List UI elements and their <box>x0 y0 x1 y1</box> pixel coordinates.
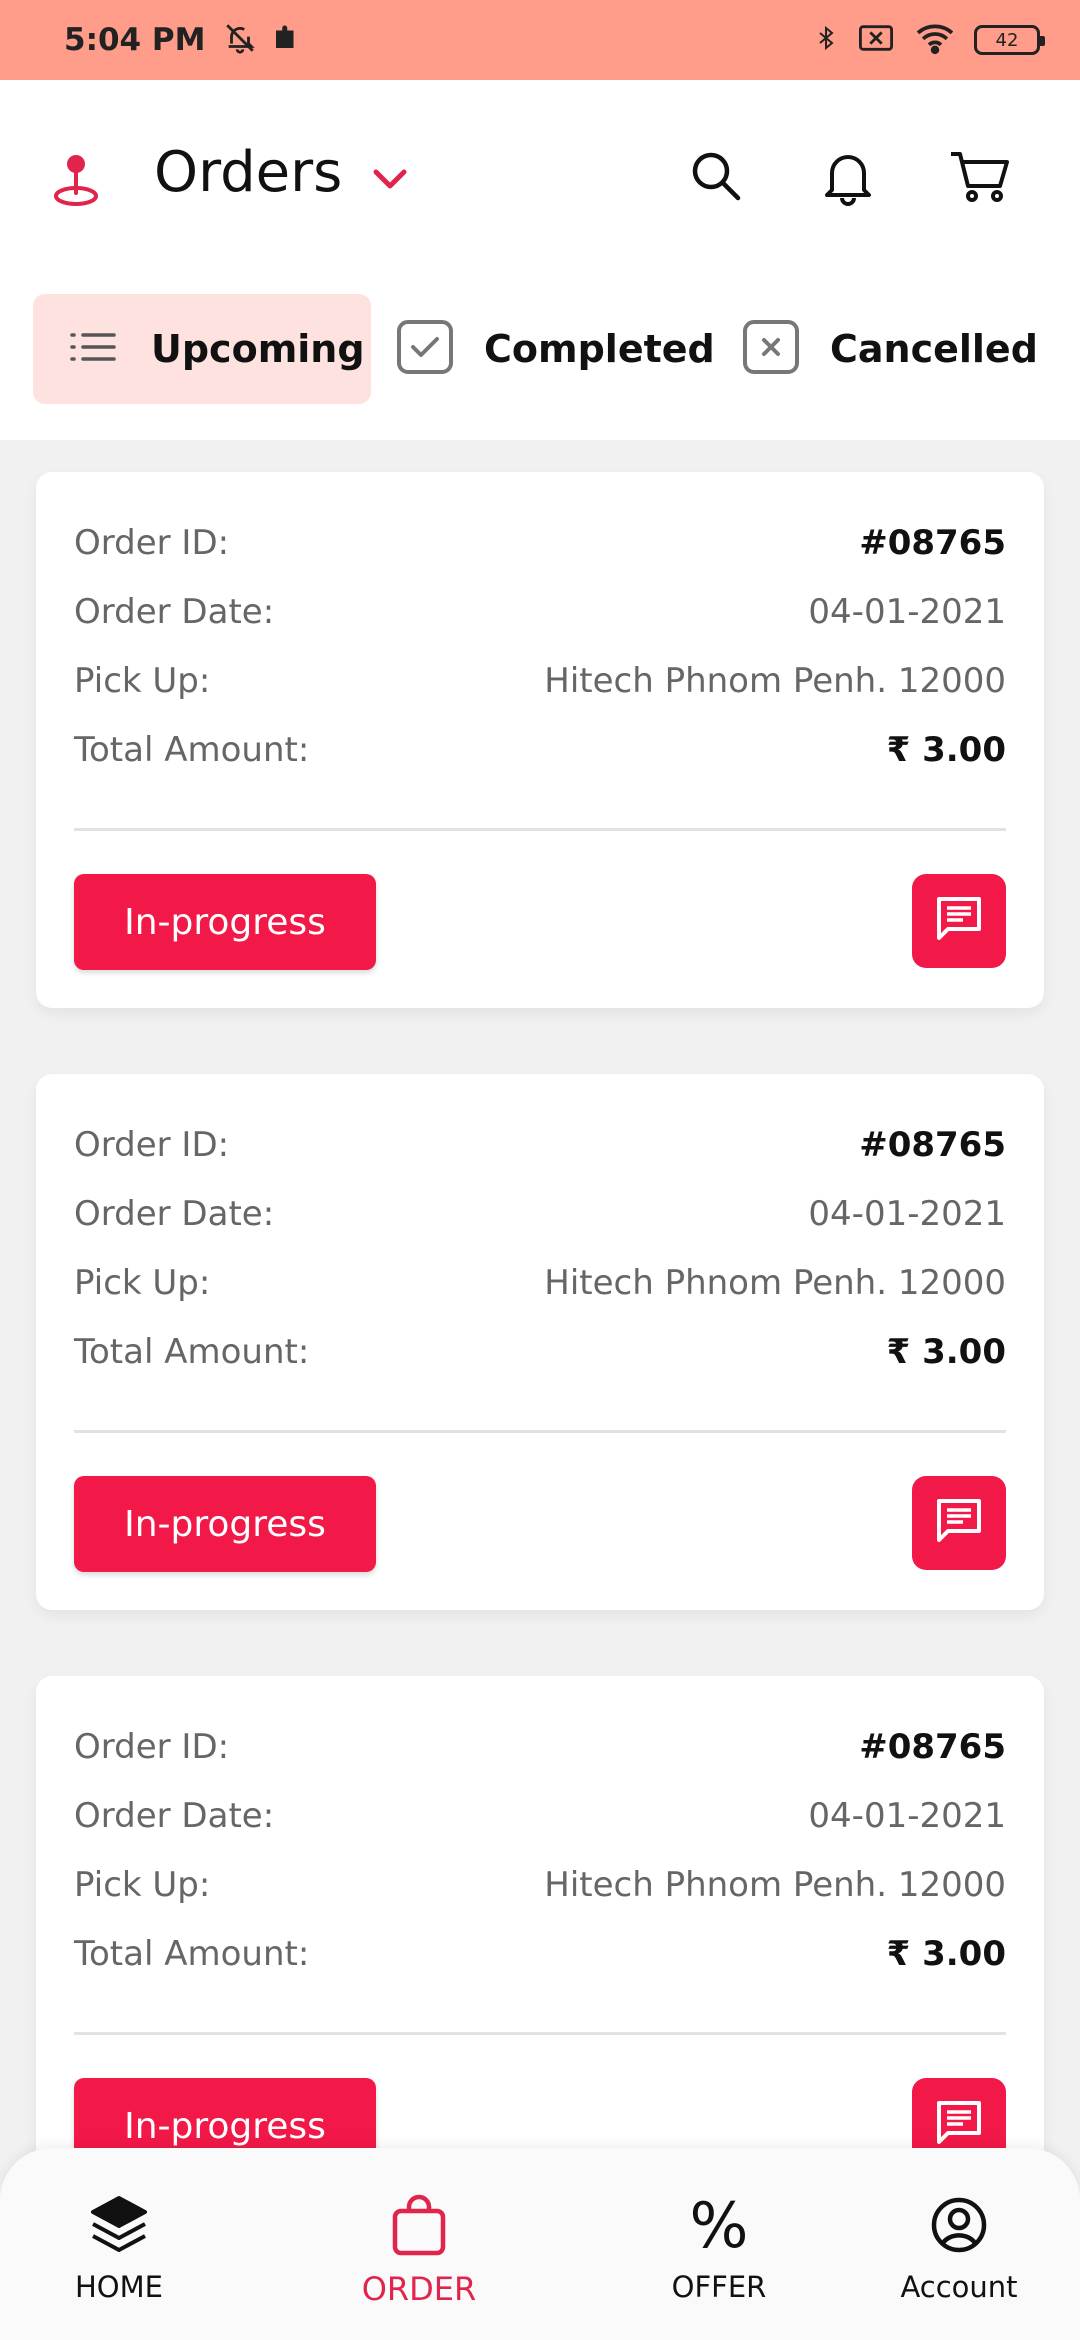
bottom-nav: HOME ORDER % OFFER Account <box>0 2148 1080 2340</box>
nav-order[interactable]: ORDER <box>319 2188 519 2308</box>
page-title: Orders <box>154 140 343 205</box>
total-amount-row: Total Amount: ₹ 3.00 <box>74 1327 1006 1377</box>
order-id-value: #08765 <box>859 1125 1006 1165</box>
status-button[interactable]: In-progress <box>74 874 376 970</box>
pickup-row: Pick Up: Hitech Phnom Penh. 12000 <box>74 1860 1006 1910</box>
order-date-value: 04-01-2021 <box>808 592 1006 632</box>
status-bar: 5:04 PM 42 <box>0 0 1080 80</box>
order-id-value: #08765 <box>859 1727 1006 1767</box>
order-card[interactable]: Order ID: #08765 Order Date: 04-01-2021 … <box>36 1074 1044 1610</box>
layers-icon <box>89 2188 149 2262</box>
divider <box>74 1430 1006 1433</box>
list-icon <box>69 327 117 371</box>
location-pin-icon[interactable] <box>48 146 104 210</box>
chat-button[interactable] <box>912 874 1006 968</box>
account-circle-icon <box>930 2188 988 2262</box>
nav-account[interactable]: Account <box>859 2188 1059 2304</box>
check-square-icon <box>396 319 454 379</box>
chevron-down-icon[interactable] <box>368 160 412 200</box>
order-id-label: Order ID: <box>74 1125 230 1165</box>
tab-completed[interactable]: Completed <box>360 294 715 404</box>
chat-icon <box>934 1497 984 1549</box>
order-date-label: Order Date: <box>74 1796 275 1836</box>
status-time: 5:04 PM <box>64 22 206 58</box>
order-id-value: #08765 <box>859 523 1006 563</box>
cancel-square-icon <box>742 319 800 379</box>
total-amount-value: ₹ 3.00 <box>886 1934 1006 1974</box>
order-date-label: Order Date: <box>74 1194 275 1234</box>
pickup-label: Pick Up: <box>74 1263 211 1303</box>
nav-home[interactable]: HOME <box>19 2188 219 2304</box>
pickup-value: Hitech Phnom Penh. 12000 <box>544 1865 1006 1905</box>
wifi-icon <box>914 21 956 59</box>
order-date-label: Order Date: <box>74 592 275 632</box>
tab-label: Cancelled <box>830 327 1038 371</box>
percent-icon: % <box>689 2188 749 2262</box>
no-sim-icon <box>856 21 896 59</box>
muted-bell-icon <box>223 21 257 59</box>
total-amount-value: ₹ 3.00 <box>886 730 1006 770</box>
search-icon[interactable] <box>684 144 748 208</box>
tab-label: Completed <box>484 327 715 371</box>
order-id-row: Order ID: #08765 <box>74 518 1006 568</box>
nav-label: Account <box>900 2270 1018 2304</box>
pickup-label: Pick Up: <box>74 1865 211 1905</box>
tab-upcoming[interactable]: Upcoming <box>33 294 371 404</box>
order-date-value: 04-01-2021 <box>808 1194 1006 1234</box>
order-id-label: Order ID: <box>74 1727 230 1767</box>
status-button[interactable]: In-progress <box>74 1476 376 1572</box>
order-tabs: Upcoming Completed Cancelled <box>0 280 1080 440</box>
order-card[interactable]: Order ID: #08765 Order Date: 04-01-2021 … <box>36 1676 1044 2212</box>
bluetooth-icon <box>814 21 838 59</box>
total-amount-row: Total Amount: ₹ 3.00 <box>74 1929 1006 1979</box>
total-amount-row: Total Amount: ₹ 3.00 <box>74 725 1006 775</box>
cart-icon[interactable] <box>948 144 1012 208</box>
pickup-row: Pick Up: Hitech Phnom Penh. 12000 <box>74 656 1006 706</box>
order-id-row: Order ID: #08765 <box>74 1722 1006 1772</box>
pickup-value: Hitech Phnom Penh. 12000 <box>544 1263 1006 1303</box>
nav-label: OFFER <box>671 2270 767 2304</box>
divider <box>74 2032 1006 2035</box>
order-card[interactable]: Order ID: #08765 Order Date: 04-01-2021 … <box>36 472 1044 1008</box>
tab-label: Upcoming <box>151 327 365 371</box>
tab-cancelled[interactable]: Cancelled <box>710 294 1060 404</box>
chat-button[interactable] <box>912 1476 1006 1570</box>
order-id-label: Order ID: <box>74 523 230 563</box>
total-amount-value: ₹ 3.00 <box>886 1332 1006 1372</box>
pickup-row: Pick Up: Hitech Phnom Penh. 12000 <box>74 1258 1006 1308</box>
pickup-label: Pick Up: <box>74 661 211 701</box>
nav-label: HOME <box>75 2270 163 2304</box>
order-date-row: Order Date: 04-01-2021 <box>74 1189 1006 1239</box>
total-amount-label: Total Amount: <box>74 1332 310 1372</box>
order-date-value: 04-01-2021 <box>808 1796 1006 1836</box>
order-date-row: Order Date: 04-01-2021 <box>74 1791 1006 1841</box>
total-amount-label: Total Amount: <box>74 1934 310 1974</box>
shopping-bag-icon <box>391 2188 447 2262</box>
app-header: Orders <box>0 80 1080 280</box>
divider <box>74 828 1006 831</box>
chat-icon <box>934 895 984 947</box>
order-id-row: Order ID: #08765 <box>74 1120 1006 1170</box>
chat-icon <box>934 2099 984 2151</box>
nav-label: ORDER <box>361 2270 477 2308</box>
pickup-value: Hitech Phnom Penh. 12000 <box>544 661 1006 701</box>
order-date-row: Order Date: 04-01-2021 <box>74 587 1006 637</box>
total-amount-label: Total Amount: <box>74 730 310 770</box>
notification-bell-icon[interactable] <box>816 144 880 208</box>
nav-offer[interactable]: % OFFER <box>619 2188 819 2305</box>
battery-indicator: 42 <box>974 25 1045 55</box>
puzzle-icon <box>271 21 301 59</box>
